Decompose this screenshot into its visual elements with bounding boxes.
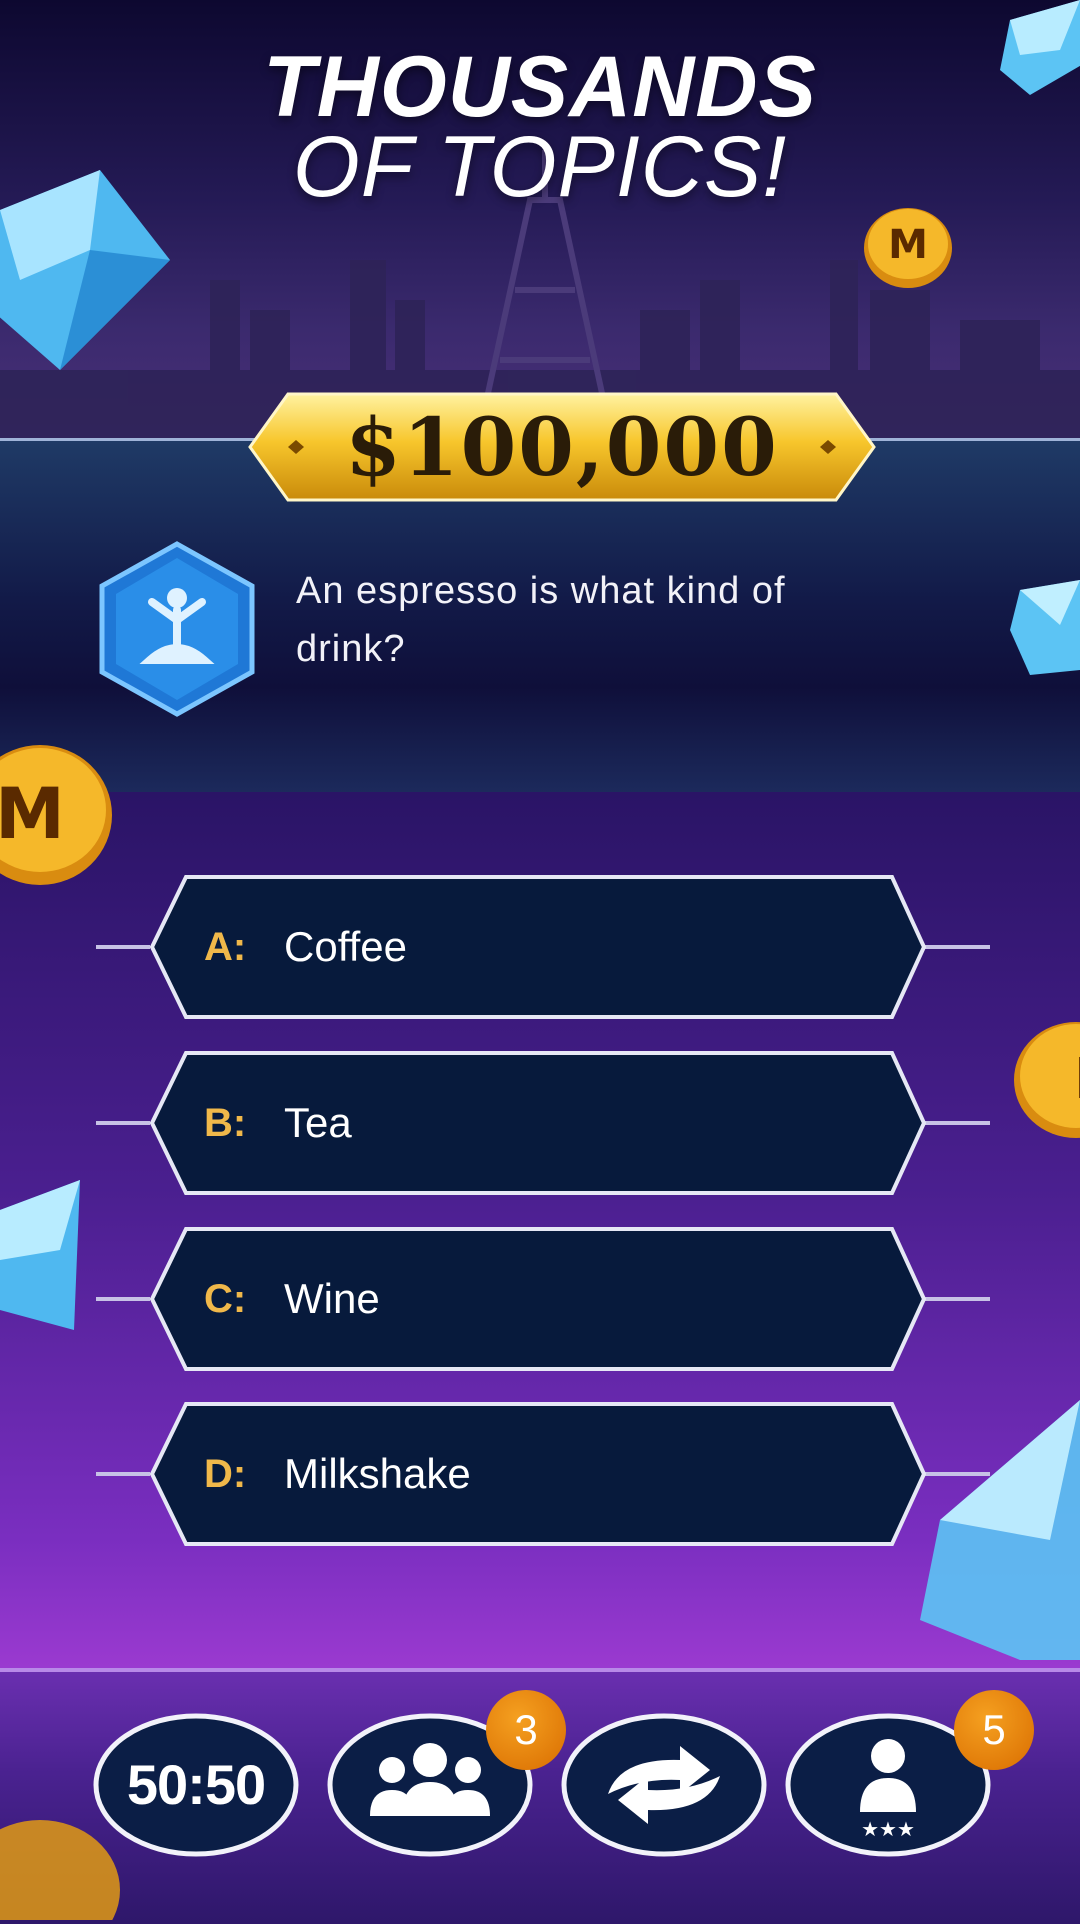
fifty-fifty-label: 50:50 [126, 1753, 266, 1816]
answer-option-c[interactable]: C: Wine [0, 1226, 1080, 1372]
ask-expert-button[interactable]: ★★★ 5 [784, 1690, 1034, 1858]
answer-text: Wine [284, 1275, 380, 1322]
top-banner: THOUSANDS OF TOPICS! M [0, 0, 1080, 440]
question-text: An espresso is what kind of drink? [296, 570, 786, 670]
diamond-icon [1000, 0, 1080, 95]
coin-icon [0, 1820, 120, 1920]
answer-letter: D: [204, 1452, 247, 1496]
answer-option-b[interactable]: B: Tea [0, 1050, 1080, 1196]
diamond-icon [1010, 580, 1080, 675]
expert-count-badge: 5 [954, 1690, 1034, 1770]
meditation-icon [99, 541, 255, 717]
answer-text: Tea [284, 1099, 352, 1146]
answer-frame [96, 1051, 990, 1195]
answer-text: Coffee [284, 923, 407, 970]
answer-letter: C: [204, 1277, 247, 1321]
audience-count-badge: 3 [486, 1690, 566, 1770]
answer-frame [96, 875, 990, 1019]
answer-text: Milkshake [284, 1450, 471, 1497]
switch-question-button[interactable] [560, 1712, 768, 1858]
diamond-icon [0, 170, 170, 370]
coin-icon: M [0, 745, 112, 885]
answer-frame [96, 1402, 990, 1546]
svg-text:★★★: ★★★ [861, 1817, 915, 1841]
answer-letter: A: [204, 925, 247, 969]
fifty-fifty-button[interactable]: 50:50 [92, 1712, 300, 1858]
coin-icon: M [864, 208, 952, 288]
ask-audience-button[interactable]: 3 [326, 1690, 566, 1858]
prize-amount: $100,000 [345, 400, 779, 494]
answer-letter: B: [204, 1101, 247, 1145]
svg-text:M: M [888, 222, 928, 268]
answer-option-a[interactable]: A: Coffee [0, 874, 1080, 1020]
svg-text:M: M [0, 773, 65, 855]
swap-arrows-icon [561, 1713, 767, 1857]
answer-frame [96, 1227, 990, 1371]
answer-option-d[interactable]: D: Milkshake [0, 1401, 1080, 1547]
